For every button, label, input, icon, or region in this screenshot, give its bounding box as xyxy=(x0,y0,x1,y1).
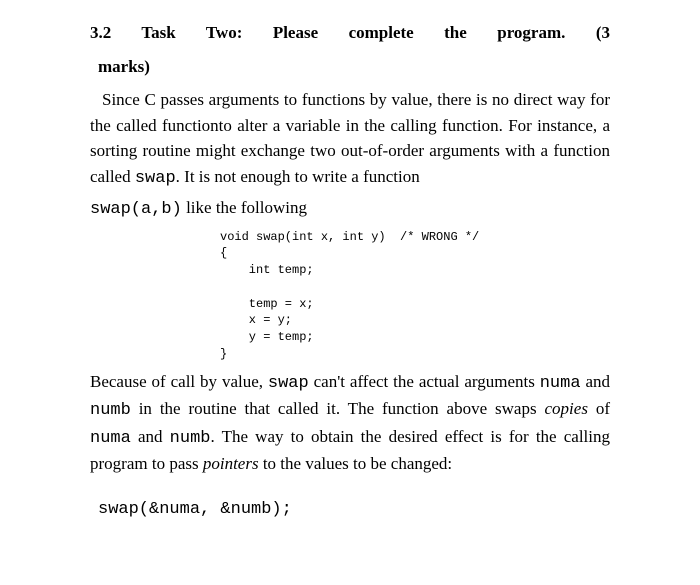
para2-text8: to the values to be changed: xyxy=(259,454,453,473)
section-heading-line1: 3.2 Task Two: Please complete the progra… xyxy=(90,20,610,46)
para1-code-swap: swap xyxy=(135,169,176,188)
section-heading-line2: marks) xyxy=(90,54,610,80)
paragraph-1b: swap(a,b) like the following xyxy=(90,195,610,223)
para2-em-pointers: pointers xyxy=(203,454,259,473)
para2-text2: can't affect the actual arguments xyxy=(309,372,540,391)
code-line-swap-call: swap(&numa, &numb); xyxy=(90,497,610,523)
para2-code-numa1: numa xyxy=(540,374,581,393)
para2-code-numa2: numa xyxy=(90,429,131,448)
para1b-text: like the following xyxy=(182,198,307,217)
heading-task-title: Please complete the program. xyxy=(273,23,566,42)
heading-marks-open: (3 xyxy=(596,23,610,42)
para2-text4: in the routine that called it. The funct… xyxy=(131,399,545,418)
paragraph-1: Since C passes arguments to functions by… xyxy=(90,87,610,191)
para2-code-numb1: numb xyxy=(90,401,131,420)
para2-code-numb2: numb xyxy=(170,429,211,448)
document-content: 3.2 Task Two: Please complete the progra… xyxy=(0,0,700,542)
para2-text1: Because of call by value, xyxy=(90,372,268,391)
paragraph-2: Because of call by value, swap can't aff… xyxy=(90,369,610,477)
para1b-code-swapab: swap(a,b) xyxy=(90,200,182,219)
code-block-swap-wrong: void swap(int x, int y) /* WRONG */ { in… xyxy=(220,229,610,363)
para2-text6: and xyxy=(131,427,170,446)
para1-text2: . It is not enough to write a function xyxy=(176,167,420,186)
para2-code-swap: swap xyxy=(268,374,309,393)
heading-task-number: 3.2 Task Two: xyxy=(90,23,242,42)
para2-text3: and xyxy=(581,372,610,391)
para2-em-copies: copies xyxy=(545,399,588,418)
para2-text5: of xyxy=(588,399,610,418)
